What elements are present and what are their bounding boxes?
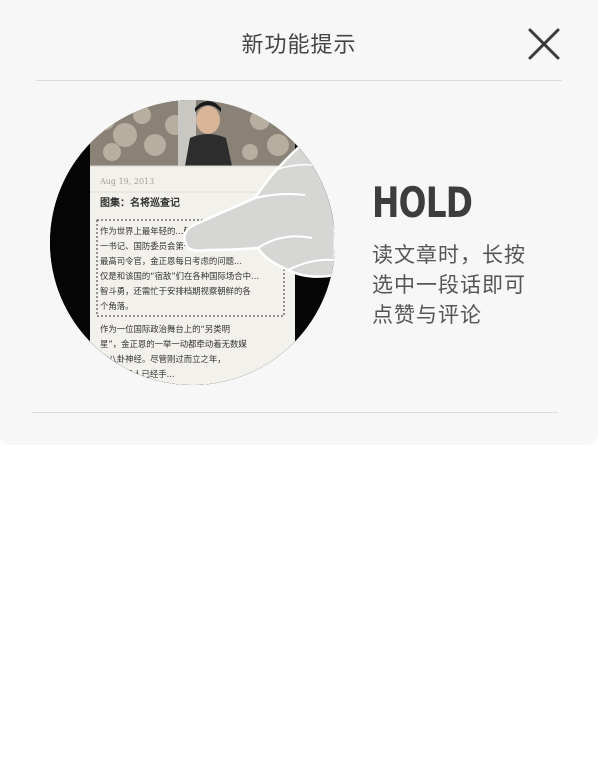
dialog-title: 新功能提示 <box>241 33 357 58</box>
body-line: ...高领导人已经手... <box>100 369 175 379</box>
tip-line: 读文章时，长按 <box>372 243 526 267</box>
long-press-illustration: Aug 19, 2013 图集：名将巡查记 作为世界上最年轻的...朝鲜劳...… <box>50 100 335 385</box>
long-press-hand-icon: Aug 19, 2013 图集：名将巡查记 作为世界上最年轻的...朝鲜劳...… <box>50 100 335 385</box>
body-line: 体八卦神经。尽管刚过而立之年， <box>100 354 226 364</box>
highlight-line: 智斗勇，还需忙于安排档期视察朝鲜的各 <box>100 286 251 296</box>
tip-line: 选中一段话即可 <box>372 273 526 297</box>
article-headline: 图集：名将巡查记 <box>100 196 180 209</box>
close-button[interactable] <box>524 24 564 64</box>
header-divider <box>36 80 562 81</box>
article-date: Aug 19, 2013 <box>99 177 154 186</box>
body-line: 星”，金正恩的一举一动都牵动着无数媒 <box>100 339 247 349</box>
tip-description: 读文章时，长按 选中一段话即可 点赞与评论 <box>372 240 542 330</box>
footer-divider <box>32 412 558 413</box>
feature-tip-card: 新功能提示 Aug 19, 2013 图集：名将巡查记 作为世界上最年轻的...… <box>0 0 598 445</box>
tip-line: 点赞与评论 <box>372 303 482 327</box>
highlight-line: 个角落。 <box>100 301 134 311</box>
body-line: 作为一位国际政治舞台上的“另类明 <box>100 324 230 334</box>
tip-heading: HOLD <box>372 178 473 227</box>
highlight-line: 仅是和该国的“宿敌”们在各种国际场合中... <box>100 271 259 281</box>
close-icon <box>528 28 560 60</box>
highlight-line: 最高司令官，金正恩每日考虑的问题... <box>100 256 242 266</box>
